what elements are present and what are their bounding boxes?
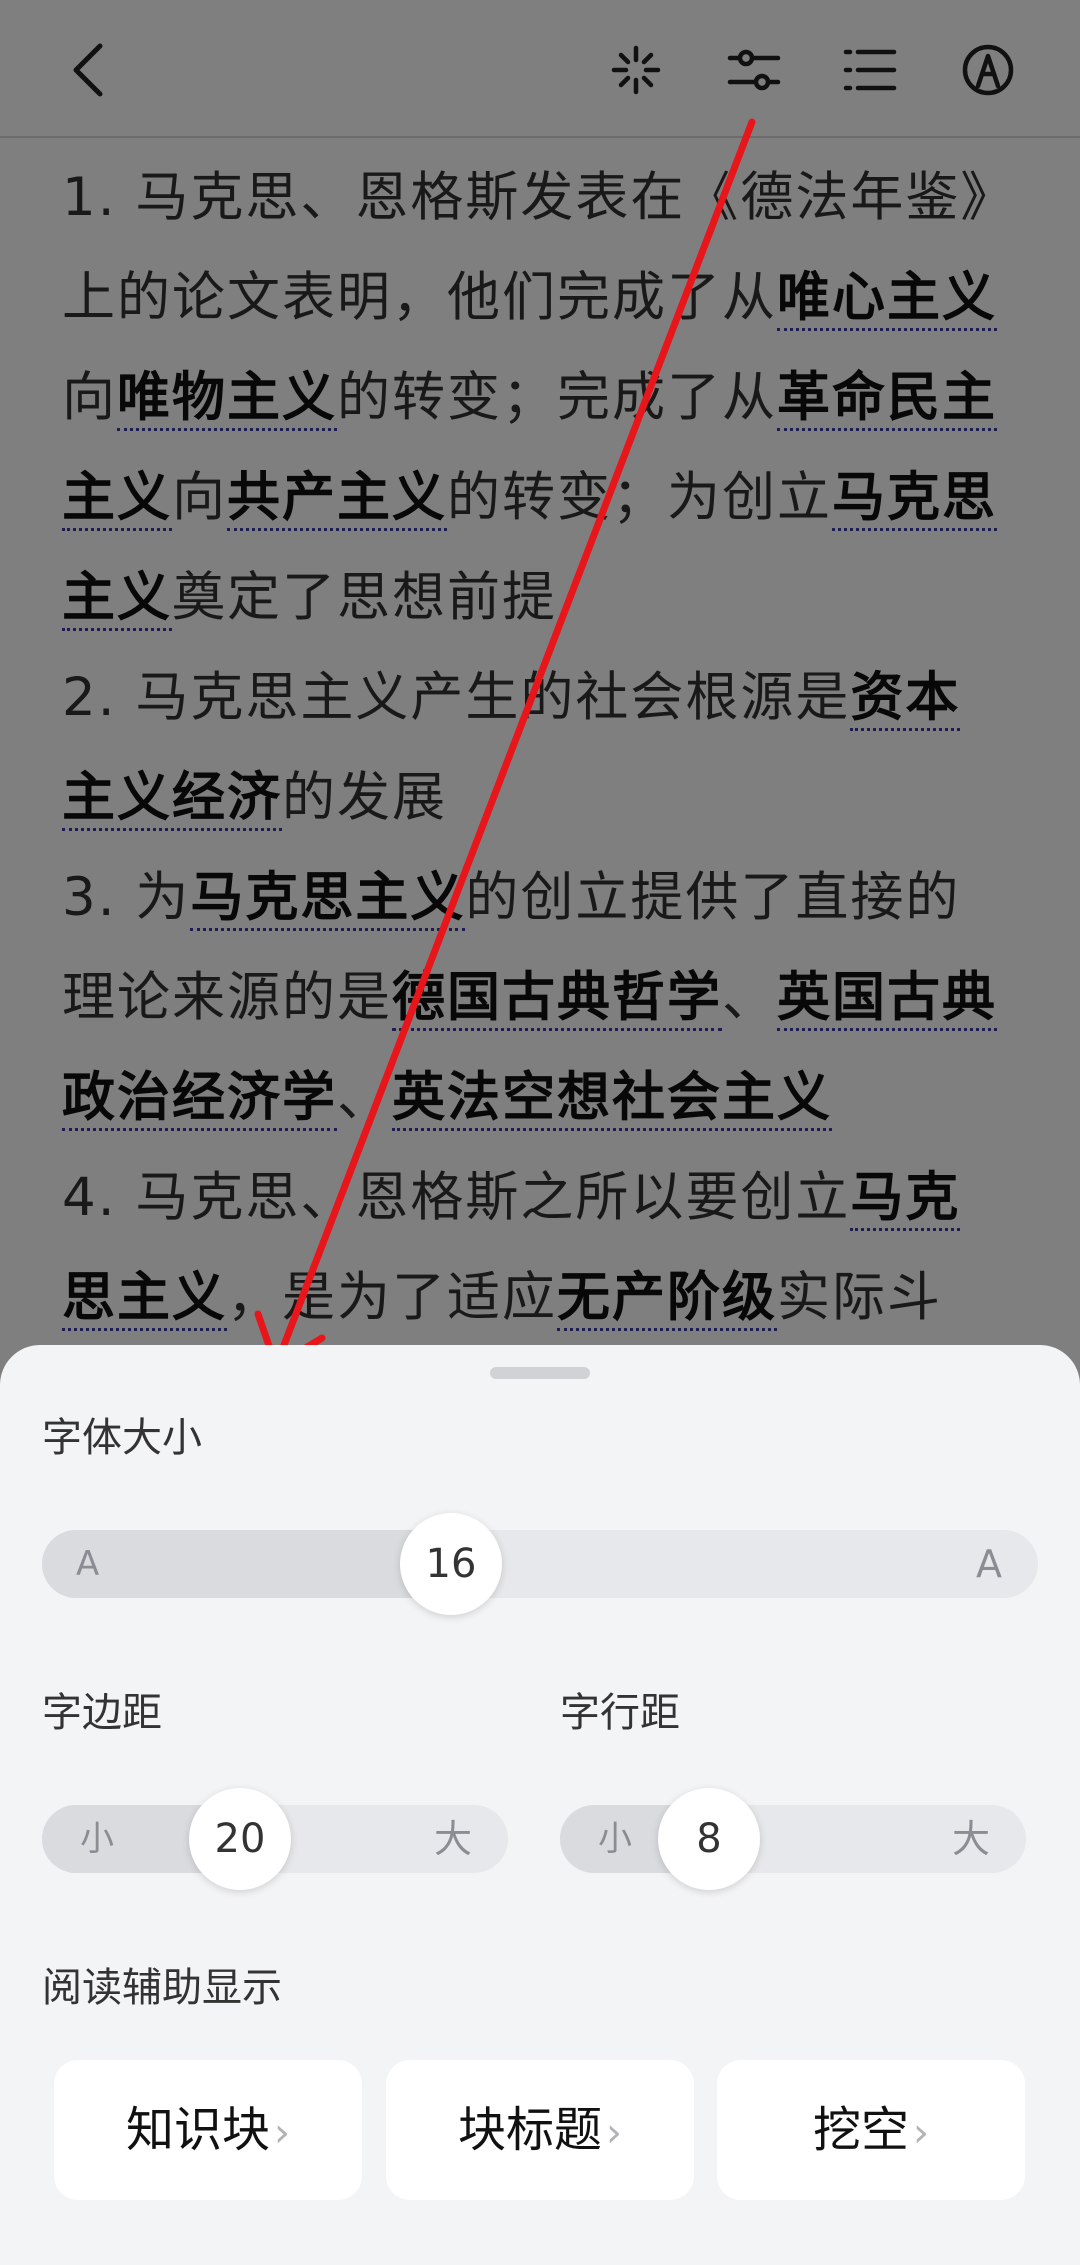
drag-handle[interactable] [490,1367,590,1379]
font-size-slider[interactable]: A A [42,1530,1038,1598]
card-label: 知识块 [125,2102,270,2158]
card-label: 挖空 [812,2102,909,2158]
margin-label: 字边距 [42,1690,162,1736]
block-title-button[interactable]: 块标题 › [386,2060,694,2200]
slider-min-label: A [76,1544,100,1584]
reading-assist-label: 阅读辅助显示 [42,1965,282,2011]
slider-min-label: 小 [80,1819,114,1859]
slider-max-label: 大 [433,1817,472,1861]
slider-max-label: A [976,1542,1002,1586]
font-size-label: 字体大小 [42,1415,202,1461]
knowledge-block-button[interactable]: 知识块 › [54,2060,362,2200]
slider-min-label: 小 [598,1819,632,1859]
cloze-button[interactable]: 挖空 › [717,2060,1025,2200]
line-spacing-knob[interactable]: 8 [658,1788,760,1890]
chevron-right-icon: › [913,2110,929,2156]
line-spacing-label: 字行距 [560,1690,680,1736]
font-size-knob[interactable]: 16 [400,1513,502,1615]
line-spacing-slider[interactable]: 小 大 [560,1805,1026,1873]
margin-knob[interactable]: 20 [189,1788,291,1890]
chevron-right-icon: › [606,2110,622,2156]
slider-fill [42,1530,450,1598]
settings-sheet: 字体大小 A A 16 字边距 小 大 20 字行距 小 大 8 阅读辅助显示 … [0,1345,1080,2265]
chevron-right-icon: › [274,2110,290,2156]
card-label: 块标题 [457,2102,602,2158]
slider-max-label: 大 [951,1817,990,1861]
